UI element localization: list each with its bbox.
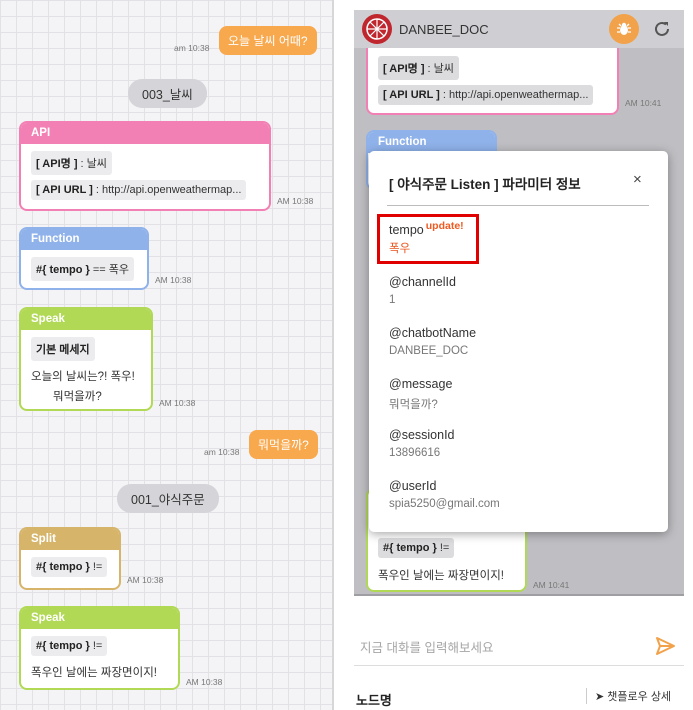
param-value: 뭐먹을까?: [389, 399, 438, 411]
card-title: Function: [21, 229, 147, 250]
param-name: @userId: [389, 479, 437, 493]
condition-tag: #{ tempo } !=: [378, 538, 455, 558]
param-chatbot-name: @chatbotName DANBEE_DOC: [389, 326, 476, 357]
api-node-card[interactable]: API [ API명 ] : 날씨 [ API URL ] : http://a…: [19, 121, 271, 211]
param-name: @chatbotName: [389, 326, 477, 340]
bug-icon: [617, 22, 631, 35]
chat-header: DANBEE_DOC: [354, 10, 684, 48]
update-badge: update!: [425, 220, 464, 232]
param-name: @channelId: [389, 275, 456, 289]
api-name-tag: [ API명 ] : 날씨: [378, 56, 459, 80]
message-time: AM 10:38: [155, 275, 192, 285]
message-time: AM 10:41: [533, 580, 570, 590]
bot-logo-icon: [362, 14, 392, 44]
param-value: 폭우: [389, 243, 411, 255]
param-value: 1: [389, 294, 396, 306]
param-session-id: @sessionId 13896616: [389, 428, 455, 459]
speak-text: 폭우인 날에는 짜장면이지!: [31, 667, 157, 679]
card-title: Speak: [21, 608, 178, 629]
message-time: AM 10:38: [159, 398, 196, 408]
split-node-card[interactable]: Split #{ tempo } !=: [19, 527, 121, 590]
param-name: tempo: [389, 223, 424, 237]
param-tempo: tempo update! 폭우: [389, 220, 464, 256]
refresh-icon: [655, 21, 669, 36]
default-message-tag: 기본 메세지: [31, 337, 95, 361]
bot-name: DANBEE_DOC: [399, 21, 489, 37]
condition-tag: #{ tempo } == 폭우: [31, 257, 134, 281]
api-name-tag: [ API명 ] : 날씨: [31, 151, 112, 175]
node-name-label: 노드명: [356, 693, 392, 708]
param-name: @sessionId: [389, 428, 455, 442]
param-name: @message: [389, 377, 453, 391]
param-message: @message 뭐먹을까?: [389, 377, 452, 412]
card-title: Speak: [21, 309, 151, 330]
user-message: 오늘 날씨 어때?: [219, 26, 317, 55]
scenario-divider: 003_날씨: [128, 79, 207, 108]
condition-tag: #{ tempo } !=: [31, 557, 108, 577]
message-time: am 10:38: [204, 447, 240, 457]
api-url-tag: [ API URL ] : http://api.openweathermap.…: [378, 85, 594, 105]
close-icon[interactable]: ×: [633, 171, 642, 188]
param-channel-id: @channelId 1: [389, 275, 456, 306]
chatflow-detail-link[interactable]: ➤ 챗플로우 상세: [586, 688, 671, 704]
debug-button[interactable]: [609, 14, 639, 44]
param-user-id: @userId spia5250@gmail.com: [389, 479, 500, 510]
param-value: 13896616: [389, 447, 441, 459]
message-input[interactable]: [360, 640, 650, 655]
card-title: Function: [368, 132, 495, 153]
card-title: Split: [21, 529, 119, 550]
divider: [387, 205, 649, 206]
message-time: AM 10:38: [127, 575, 164, 585]
message-time: am 10:38: [174, 43, 210, 53]
param-value: DANBEE_DOC: [389, 345, 469, 357]
chat-log-panel: 오늘 날씨 어때? am 10:38 003_날씨 API [ API명 ] :…: [0, 0, 334, 710]
scrollbar[interactable]: [332, 0, 334, 710]
modal-title: [ 야식주문 Listen ] 파라미터 정보: [389, 177, 581, 192]
api-node-card[interactable]: [ API명 ] : 날씨 [ API URL ] : http://api.o…: [366, 48, 619, 115]
param-value: spia5250@gmail.com: [389, 498, 500, 510]
condition-tag: #{ tempo } !=: [31, 636, 108, 656]
speak-text: 오늘의 날씨는?! 폭우!: [31, 371, 135, 383]
navigation-arrow-icon: ➤: [595, 691, 605, 703]
card-title: API: [21, 123, 269, 144]
speak-text: 뭐먹을까?: [53, 391, 102, 403]
send-button[interactable]: [654, 635, 680, 661]
message-time: AM 10:38: [186, 677, 223, 687]
user-message: 뭐먹을까?: [249, 430, 318, 459]
refresh-button[interactable]: [647, 14, 677, 44]
message-time: AM 10:41: [625, 98, 662, 108]
speak-node-card[interactable]: Speak 기본 메세지 오늘의 날씨는?! 폭우! 뭐먹을까?: [19, 307, 153, 411]
send-icon: [656, 637, 675, 655]
api-url-tag: [ API URL ] : http://api.openweathermap.…: [31, 180, 247, 200]
scenario-divider: 001_야식주문: [117, 484, 219, 513]
message-composer: [354, 630, 684, 666]
function-node-card[interactable]: Function #{ tempo } == 폭우: [19, 227, 149, 290]
speak-node-card[interactable]: Speak #{ tempo } != 폭우인 날에는 짜장면이지!: [19, 606, 180, 690]
message-time: AM 10:38: [277, 196, 314, 206]
parameter-info-modal: [ 야식주문 Listen ] 파라미터 정보 × tempo update! 폭…: [369, 151, 668, 532]
speak-text: 폭우인 날에는 짜장면이지!: [378, 570, 504, 582]
